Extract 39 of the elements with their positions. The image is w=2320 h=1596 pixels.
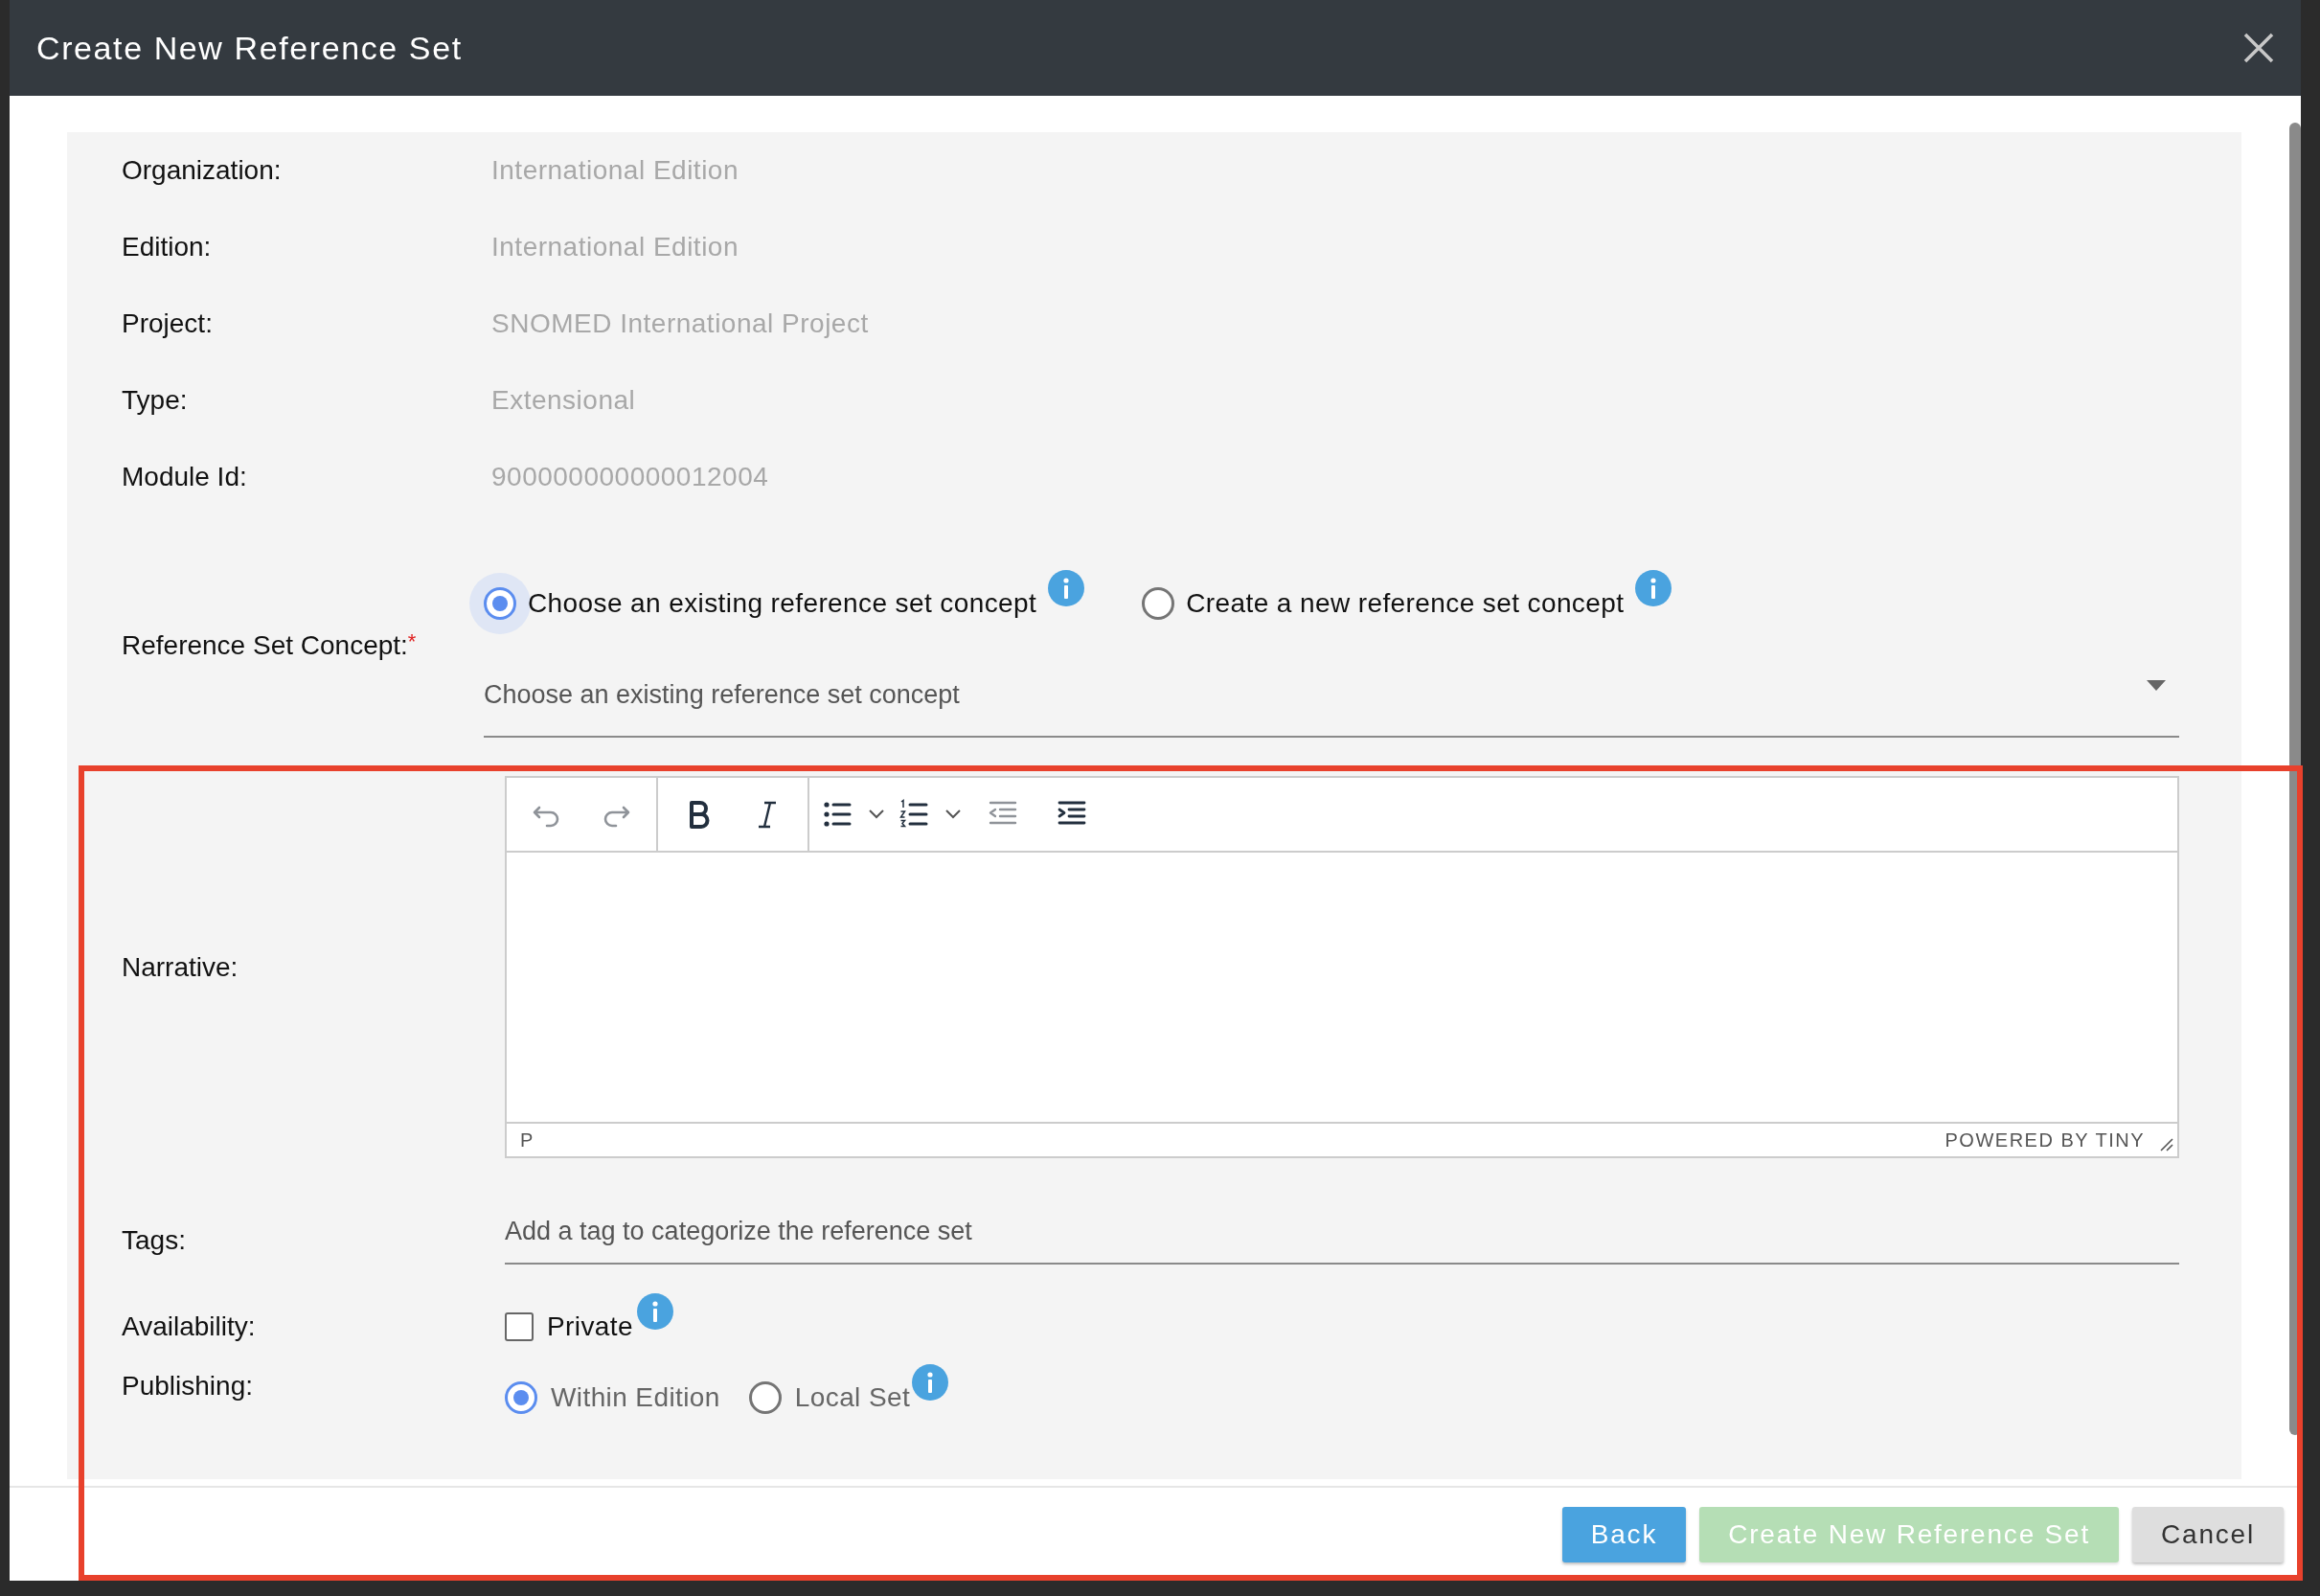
field-value: International Edition bbox=[491, 231, 739, 263]
checkbox-label[interactable]: Private bbox=[547, 1307, 633, 1347]
field-label: Availability: bbox=[122, 1311, 257, 1343]
radio-button[interactable] bbox=[748, 1381, 782, 1414]
field-label: Tags: bbox=[122, 1224, 187, 1257]
field-label: Reference Set Concept: bbox=[122, 629, 408, 662]
field-value: 900000000000012004 bbox=[491, 461, 770, 493]
required-mark: * bbox=[407, 628, 417, 653]
radio-label[interactable]: Choose an existing reference set concept bbox=[528, 583, 1037, 624]
caret-icon bbox=[2147, 679, 2166, 691]
field-label: Module Id: bbox=[122, 461, 248, 493]
radio-label[interactable]: Create a new reference set concept bbox=[1186, 583, 1625, 624]
field-label: Organization: bbox=[122, 154, 283, 187]
dialog-title: Create New Reference Set bbox=[36, 28, 463, 68]
radio-label[interactable]: Within Edition bbox=[551, 1378, 720, 1418]
footer-button[interactable]: Cancel bbox=[2132, 1506, 2284, 1562]
radio-label[interactable]: Local Set bbox=[794, 1378, 911, 1418]
radio-button[interactable] bbox=[505, 1381, 537, 1414]
checkbox[interactable] bbox=[505, 1312, 534, 1341]
field-label: Edition: bbox=[122, 231, 213, 263]
tag-input[interactable]: Add a tag to categorize the reference set bbox=[505, 1200, 2179, 1265]
field-value: Extensional bbox=[491, 384, 637, 417]
branding-text: POWERED BY TINY bbox=[1945, 1129, 2145, 1152]
field-label: Narrative: bbox=[122, 950, 239, 984]
field-label: Publishing: bbox=[122, 1370, 254, 1402]
radio-button[interactable] bbox=[1142, 587, 1175, 620]
info-icon[interactable] bbox=[1635, 570, 1672, 606]
field-value: SNOMED International Project bbox=[491, 308, 870, 340]
info-icon[interactable] bbox=[636, 1293, 673, 1330]
field-label: Project: bbox=[122, 308, 214, 340]
info-icon[interactable] bbox=[912, 1364, 949, 1401]
chevron-icon bbox=[945, 809, 961, 819]
element-path: P bbox=[520, 1129, 535, 1152]
field-label: Type: bbox=[122, 384, 189, 417]
select-field[interactable]: Choose an existing reference set concept bbox=[484, 653, 2179, 738]
chevron-icon bbox=[869, 809, 884, 819]
field-value: International Edition bbox=[491, 154, 739, 187]
resize-handle-icon[interactable] bbox=[2158, 1136, 2173, 1151]
info-icon[interactable] bbox=[1048, 570, 1085, 606]
